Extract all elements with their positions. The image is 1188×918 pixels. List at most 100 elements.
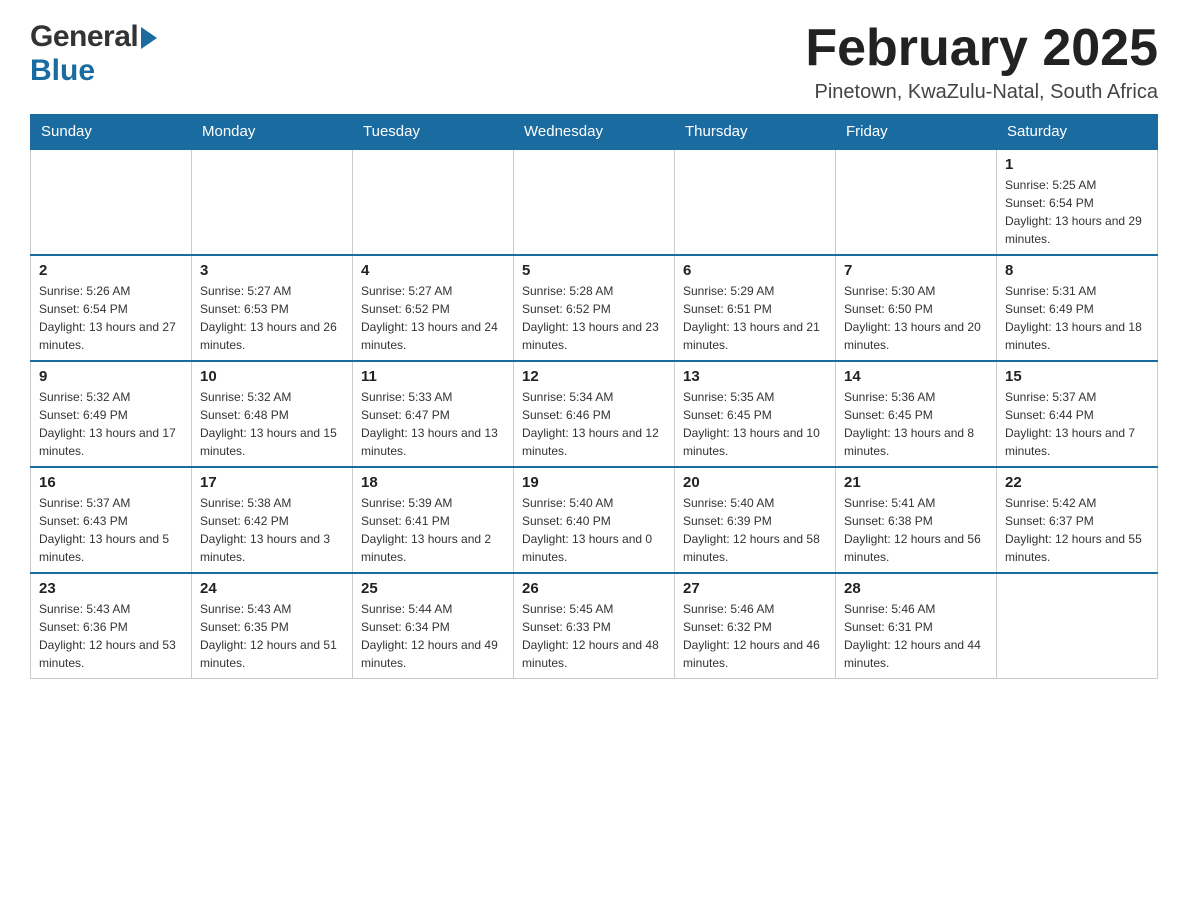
day-number: 24: [200, 580, 344, 597]
day-number: 12: [522, 368, 666, 385]
calendar-day-header: Sunday: [31, 115, 192, 150]
day-info: Sunrise: 5:29 AMSunset: 6:51 PMDaylight:…: [683, 282, 827, 354]
calendar-week-row: 16 Sunrise: 5:37 AMSunset: 6:43 PMDayligh…: [31, 467, 1158, 573]
day-info: Sunrise: 5:46 AMSunset: 6:32 PMDaylight:…: [683, 600, 827, 672]
day-info: Sunrise: 5:26 AMSunset: 6:54 PMDaylight:…: [39, 282, 183, 354]
calendar-day-cell: [997, 573, 1158, 679]
calendar-day-cell: 9 Sunrise: 5:32 AMSunset: 6:49 PMDaylight…: [31, 361, 192, 467]
calendar-day-cell: [514, 149, 675, 255]
day-number: 6: [683, 262, 827, 279]
calendar-day-cell: [836, 149, 997, 255]
day-number: 3: [200, 262, 344, 279]
day-info: Sunrise: 5:44 AMSunset: 6:34 PMDaylight:…: [361, 600, 505, 672]
month-title: February 2025: [805, 20, 1158, 77]
day-number: 4: [361, 262, 505, 279]
day-info: Sunrise: 5:33 AMSunset: 6:47 PMDaylight:…: [361, 388, 505, 460]
calendar-day-cell: 14 Sunrise: 5:36 AMSunset: 6:45 PMDayligh…: [836, 361, 997, 467]
calendar-day-cell: [353, 149, 514, 255]
day-info: Sunrise: 5:35 AMSunset: 6:45 PMDaylight:…: [683, 388, 827, 460]
day-number: 27: [683, 580, 827, 597]
day-info: Sunrise: 5:32 AMSunset: 6:49 PMDaylight:…: [39, 388, 183, 460]
title-section: February 2025 Pinetown, KwaZulu-Natal, S…: [805, 20, 1158, 104]
day-number: 23: [39, 580, 183, 597]
day-number: 2: [39, 262, 183, 279]
calendar-day-cell: 12 Sunrise: 5:34 AMSunset: 6:46 PMDayligh…: [514, 361, 675, 467]
day-number: 16: [39, 474, 183, 491]
calendar-day-cell: 17 Sunrise: 5:38 AMSunset: 6:42 PMDayligh…: [192, 467, 353, 573]
calendar-day-cell: [31, 149, 192, 255]
day-info: Sunrise: 5:32 AMSunset: 6:48 PMDaylight:…: [200, 388, 344, 460]
day-number: 22: [1005, 474, 1149, 491]
day-number: 5: [522, 262, 666, 279]
day-info: Sunrise: 5:38 AMSunset: 6:42 PMDaylight:…: [200, 494, 344, 566]
calendar-day-header: Saturday: [997, 115, 1158, 150]
day-info: Sunrise: 5:43 AMSunset: 6:35 PMDaylight:…: [200, 600, 344, 672]
day-info: Sunrise: 5:39 AMSunset: 6:41 PMDaylight:…: [361, 494, 505, 566]
calendar-week-row: 9 Sunrise: 5:32 AMSunset: 6:49 PMDaylight…: [31, 361, 1158, 467]
day-number: 20: [683, 474, 827, 491]
calendar-day-cell: 5 Sunrise: 5:28 AMSunset: 6:52 PMDaylight…: [514, 255, 675, 361]
day-info: Sunrise: 5:25 AMSunset: 6:54 PMDaylight:…: [1005, 176, 1149, 248]
day-info: Sunrise: 5:28 AMSunset: 6:52 PMDaylight:…: [522, 282, 666, 354]
day-number: 9: [39, 368, 183, 385]
day-number: 14: [844, 368, 988, 385]
day-info: Sunrise: 5:41 AMSunset: 6:38 PMDaylight:…: [844, 494, 988, 566]
day-number: 26: [522, 580, 666, 597]
calendar-day-header: Wednesday: [514, 115, 675, 150]
day-info: Sunrise: 5:40 AMSunset: 6:40 PMDaylight:…: [522, 494, 666, 566]
calendar-day-cell: 16 Sunrise: 5:37 AMSunset: 6:43 PMDayligh…: [31, 467, 192, 573]
day-info: Sunrise: 5:45 AMSunset: 6:33 PMDaylight:…: [522, 600, 666, 672]
calendar-day-cell: 28 Sunrise: 5:46 AMSunset: 6:31 PMDayligh…: [836, 573, 997, 679]
calendar-day-cell: 23 Sunrise: 5:43 AMSunset: 6:36 PMDayligh…: [31, 573, 192, 679]
calendar-table: SundayMondayTuesdayWednesdayThursdayFrid…: [30, 114, 1158, 679]
calendar-day-cell: 8 Sunrise: 5:31 AMSunset: 6:49 PMDaylight…: [997, 255, 1158, 361]
day-info: Sunrise: 5:27 AMSunset: 6:52 PMDaylight:…: [361, 282, 505, 354]
day-number: 10: [200, 368, 344, 385]
calendar-day-cell: 3 Sunrise: 5:27 AMSunset: 6:53 PMDaylight…: [192, 255, 353, 361]
day-info: Sunrise: 5:46 AMSunset: 6:31 PMDaylight:…: [844, 600, 988, 672]
calendar-week-row: 23 Sunrise: 5:43 AMSunset: 6:36 PMDayligh…: [31, 573, 1158, 679]
logo: General Blue: [30, 20, 157, 88]
calendar-day-header: Monday: [192, 115, 353, 150]
calendar-day-cell: 6 Sunrise: 5:29 AMSunset: 6:51 PMDaylight…: [675, 255, 836, 361]
day-number: 25: [361, 580, 505, 597]
calendar-week-row: 1 Sunrise: 5:25 AMSunset: 6:54 PMDaylight…: [31, 149, 1158, 255]
day-number: 8: [1005, 262, 1149, 279]
day-info: Sunrise: 5:43 AMSunset: 6:36 PMDaylight:…: [39, 600, 183, 672]
calendar-header-row: SundayMondayTuesdayWednesdayThursdayFrid…: [31, 115, 1158, 150]
day-number: 11: [361, 368, 505, 385]
calendar-day-cell: 24 Sunrise: 5:43 AMSunset: 6:35 PMDayligh…: [192, 573, 353, 679]
calendar-day-cell: 13 Sunrise: 5:35 AMSunset: 6:45 PMDayligh…: [675, 361, 836, 467]
day-number: 1: [1005, 156, 1149, 173]
logo-general-text: General: [30, 20, 138, 54]
day-number: 19: [522, 474, 666, 491]
day-info: Sunrise: 5:36 AMSunset: 6:45 PMDaylight:…: [844, 388, 988, 460]
calendar-day-cell: 21 Sunrise: 5:41 AMSunset: 6:38 PMDayligh…: [836, 467, 997, 573]
day-info: Sunrise: 5:27 AMSunset: 6:53 PMDaylight:…: [200, 282, 344, 354]
calendar-day-cell: 26 Sunrise: 5:45 AMSunset: 6:33 PMDayligh…: [514, 573, 675, 679]
day-number: 18: [361, 474, 505, 491]
day-number: 21: [844, 474, 988, 491]
calendar-day-cell: 10 Sunrise: 5:32 AMSunset: 6:48 PMDayligh…: [192, 361, 353, 467]
calendar-day-cell: 7Sunrise: 5:30 AMSunset: 6:50 PMDaylight…: [836, 255, 997, 361]
day-info: Sunrise: 5:34 AMSunset: 6:46 PMDaylight:…: [522, 388, 666, 460]
calendar-day-cell: [675, 149, 836, 255]
calendar-day-cell: [192, 149, 353, 255]
day-info: Sunrise: 5:31 AMSunset: 6:49 PMDaylight:…: [1005, 282, 1149, 354]
day-info: Sunrise: 5:37 AMSunset: 6:43 PMDaylight:…: [39, 494, 183, 566]
location-text: Pinetown, KwaZulu-Natal, South Africa: [805, 81, 1158, 104]
calendar-day-header: Tuesday: [353, 115, 514, 150]
day-number: 17: [200, 474, 344, 491]
day-info: Sunrise: 5:30 AMSunset: 6:50 PMDaylight:…: [844, 282, 988, 354]
calendar-day-cell: 20 Sunrise: 5:40 AMSunset: 6:39 PMDayligh…: [675, 467, 836, 573]
calendar-day-cell: 27 Sunrise: 5:46 AMSunset: 6:32 PMDayligh…: [675, 573, 836, 679]
calendar-day-cell: 2 Sunrise: 5:26 AMSunset: 6:54 PMDaylight…: [31, 255, 192, 361]
day-info: Sunrise: 5:37 AMSunset: 6:44 PMDaylight:…: [1005, 388, 1149, 460]
logo-arrow-icon: [141, 27, 157, 49]
day-number: 13: [683, 368, 827, 385]
day-info: Sunrise: 5:40 AMSunset: 6:39 PMDaylight:…: [683, 494, 827, 566]
calendar-day-cell: 4 Sunrise: 5:27 AMSunset: 6:52 PMDaylight…: [353, 255, 514, 361]
day-number: 28: [844, 580, 988, 597]
calendar-day-cell: 22Sunrise: 5:42 AMSunset: 6:37 PMDayligh…: [997, 467, 1158, 573]
page-header: General Blue February 2025 Pinetown, Kwa…: [30, 20, 1158, 104]
